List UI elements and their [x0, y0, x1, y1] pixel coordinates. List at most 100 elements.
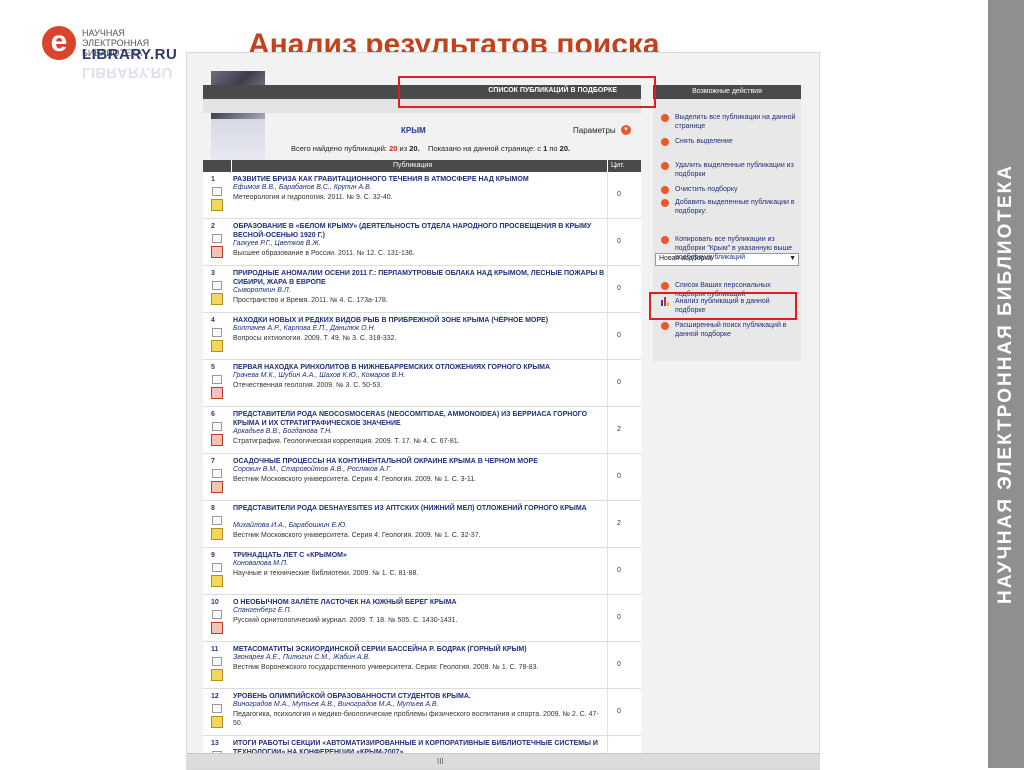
row-checkbox[interactable]	[212, 328, 222, 337]
publication-authors[interactable]: Ефимов В.В., Барабанов В.С., Крупин А.В.	[233, 184, 372, 191]
publication-authors[interactable]: Звонарев А.Е., Пилюгин С.М., Жабин А.В.	[233, 654, 370, 661]
params-toggle-icon[interactable]: ▼	[621, 125, 631, 135]
row-number[interactable]: 12	[211, 693, 219, 700]
pdf-icon[interactable]	[211, 575, 223, 587]
pdf-icon[interactable]	[211, 434, 223, 446]
row-number[interactable]: 10	[211, 599, 219, 606]
row-number[interactable]: 4	[211, 317, 215, 324]
publication-title[interactable]: ПЕРВАЯ НАХОДКА РИНХОЛИТОВ В НИЖНЕБАРРЕМС…	[233, 363, 605, 372]
shown-from: 1	[543, 144, 548, 153]
table-row: 11 МЕТАСОМАТИТЫ ЭСКИОРДИНСКОЙ СЕРИИ БАССЕ…	[203, 642, 641, 689]
row-number[interactable]: 5	[211, 364, 215, 371]
publication-source: Отечественная геология. 2009. № 3. С. 50…	[233, 382, 383, 389]
row-number[interactable]: 6	[211, 411, 215, 418]
table-row: 6 ПРЕДСТАВИТЕЛИ РОДА NEOCOSMOCERAS (NEOCO…	[203, 407, 641, 454]
scrollbar-grip[interactable]: III	[437, 757, 444, 766]
found-total: 20	[389, 144, 398, 153]
action-bullet-icon	[661, 322, 669, 330]
pdf-icon[interactable]	[211, 528, 223, 540]
shown-label: Показано на данной странице: с	[428, 144, 541, 153]
publication-source: Высшее образование в России. 2011. № 12.…	[233, 250, 415, 257]
publication-authors[interactable]: Михайлова И.А., Барабошкин Е.Ю.	[233, 522, 347, 529]
pdf-icon[interactable]	[211, 246, 223, 258]
publication-title[interactable]: ОСАДОЧНЫЕ ПРОЦЕССЫ НА КОНТИНЕНТАЛЬНОЙ ОК…	[233, 457, 605, 466]
publication-title[interactable]: ОБРАЗОВАНИЕ В «БЕЛОМ КРЫМУ» (ДЕЯТЕЛЬНОСТ…	[233, 222, 605, 240]
publication-title[interactable]: ТРИНАДЦАТЬ ЛЕТ С «КРЫМОМ»	[233, 551, 605, 560]
publication-title[interactable]: ПРЕДСТАВИТЕЛИ РОДА NEOCOSMOCERAS (NEOCOM…	[233, 410, 605, 428]
shown-to-label: по	[549, 144, 558, 153]
row-number[interactable]: 1	[211, 176, 215, 183]
row-checkbox[interactable]	[212, 657, 222, 666]
table-row: 9 ТРИНАДЦАТЬ ЛЕТ С «КРЫМОМ» Коновалова М.П…	[203, 548, 641, 595]
publication-title[interactable]: ПРИРОДНЫЕ АНОМАЛИИ ОСЕНИ 2011 Г.: ПЕРЛАМ…	[233, 269, 605, 287]
horizontal-scrollbar[interactable]: III	[187, 753, 819, 769]
actions-header: Возможные действия	[653, 85, 801, 99]
publication-source: Стратиграфия. Геологическая корреляция. …	[233, 438, 460, 445]
pdf-icon[interactable]	[211, 669, 223, 681]
row-number[interactable]: 13	[211, 740, 219, 747]
publication-authors[interactable]: Болтачев А.Р., Карпова Е.П., Данилюк О.Н…	[233, 325, 376, 332]
publication-authors[interactable]: Виноградов М.А., Мутьев А.В., Виноградов…	[233, 701, 439, 708]
found-summary: Всего найдено публикаций: 20 из 20. Пока…	[291, 144, 570, 153]
pdf-icon[interactable]	[211, 293, 223, 305]
table-row: 8 ПРЕДСТАВИТЕЛИ РОДА DESHAYESITES ИЗ АПТС…	[203, 501, 641, 548]
page-number: 14	[940, 708, 961, 728]
pdf-icon[interactable]	[211, 481, 223, 493]
pdf-icon[interactable]	[211, 622, 223, 634]
citation-count: 0	[617, 567, 621, 574]
publication-authors[interactable]: Спангенберг Е.П.	[233, 607, 292, 614]
pdf-icon[interactable]	[211, 199, 223, 211]
col-publication[interactable]: Публикация	[393, 162, 432, 169]
publication-title[interactable]: О НЕОБЫЧНОМ ЗАЛЁТЕ ЛАСТОЧЕК НА ЮЖНЫЙ БЕР…	[233, 598, 605, 607]
pdf-icon[interactable]	[211, 387, 223, 399]
row-number[interactable]: 9	[211, 552, 215, 559]
publication-authors[interactable]: Коновалова М.П.	[233, 560, 288, 567]
citation-count: 0	[617, 238, 621, 245]
row-number[interactable]: 7	[211, 458, 215, 465]
row-checkbox[interactable]	[212, 704, 222, 713]
publication-authors[interactable]: Аркадьев В.В., Богданова Т.Н.	[233, 428, 332, 435]
params-label[interactable]: Параметры	[573, 126, 616, 135]
citation-count: 0	[617, 473, 621, 480]
action-bullet-icon	[661, 162, 669, 170]
row-checkbox[interactable]	[212, 469, 222, 478]
publication-source: Научные и технические библиотеки. 2009. …	[233, 570, 419, 577]
citation-count: 0	[617, 332, 621, 339]
publication-authors[interactable]: Грачева М.К., Шубин А.А., Шахов К.Ю., Ко…	[233, 372, 405, 379]
row-number[interactable]: 3	[211, 270, 215, 277]
row-checkbox[interactable]	[212, 516, 222, 525]
row-number[interactable]: 8	[211, 505, 215, 512]
pdf-icon[interactable]	[211, 340, 223, 352]
table-row: 3 ПРИРОДНЫЕ АНОМАЛИИ ОСЕНИ 2011 Г.: ПЕРЛА…	[203, 266, 641, 313]
row-checkbox[interactable]	[212, 375, 222, 384]
logo-e-icon: e	[42, 26, 76, 60]
logo-reflection: LIBRARY.RU	[82, 64, 173, 81]
row-checkbox[interactable]	[212, 281, 222, 290]
publication-authors[interactable]: Сорокин В.М., Старовойтов А.В., Росляков…	[233, 466, 391, 473]
elibrary-logo: e НАУЧНАЯ ЭЛЕКТРОННАЯ БИБЛИОТЕКА LIBRARY…	[42, 26, 202, 86]
citation-count: 0	[617, 661, 621, 668]
row-number[interactable]: 11	[211, 646, 218, 653]
row-checkbox[interactable]	[212, 234, 222, 243]
row-checkbox[interactable]	[212, 610, 222, 619]
row-checkbox[interactable]	[212, 187, 222, 196]
citation-count: 2	[617, 426, 621, 433]
col-citations[interactable]: Цит.	[611, 162, 624, 169]
found-prefix: Всего найдено публикаций:	[291, 144, 387, 153]
publication-title[interactable]: МЕТАСОМАТИТЫ ЭСКИОРДИНСКОЙ СЕРИИ БАССЕЙН…	[233, 645, 605, 654]
table-row: 2 ОБРАЗОВАНИЕ В «БЕЛОМ КРЫМУ» (ДЕЯТЕЛЬНОС…	[203, 219, 641, 266]
row-number[interactable]: 2	[211, 223, 215, 230]
action-bullet-icon	[661, 236, 669, 244]
row-checkbox[interactable]	[212, 422, 222, 431]
publication-title[interactable]: РАЗВИТИЕ БРИЗА КАК ГРАВИТАЦИОННОГО ТЕЧЕН…	[233, 175, 605, 184]
publication-title[interactable]: ПРЕДСТАВИТЕЛИ РОДА DESHAYESITES ИЗ АПТСК…	[233, 504, 605, 513]
publication-title[interactable]: НАХОДКИ НОВЫХ И РЕДКИХ ВИДОВ РЫБ В ПРИБР…	[233, 316, 605, 325]
publication-title[interactable]: УРОВЕНЬ ОЛИМПИЙСКОЙ ОБРАЗОВАННОСТИ СТУДЕ…	[233, 692, 605, 701]
publication-authors[interactable]: Гагкуев Р.Г., Цветков В.Ж.	[233, 240, 321, 247]
row-checkbox[interactable]	[212, 563, 222, 572]
publication-source: Пространство и Время. 2011. № 4. С. 173а…	[233, 297, 388, 304]
publication-source: Вестник Московского университета. Серия …	[233, 532, 481, 539]
pdf-icon[interactable]	[211, 716, 223, 728]
publication-authors[interactable]: Сывороткин В.Л.	[233, 287, 291, 294]
table-header: Публикация Цит.	[203, 160, 641, 172]
